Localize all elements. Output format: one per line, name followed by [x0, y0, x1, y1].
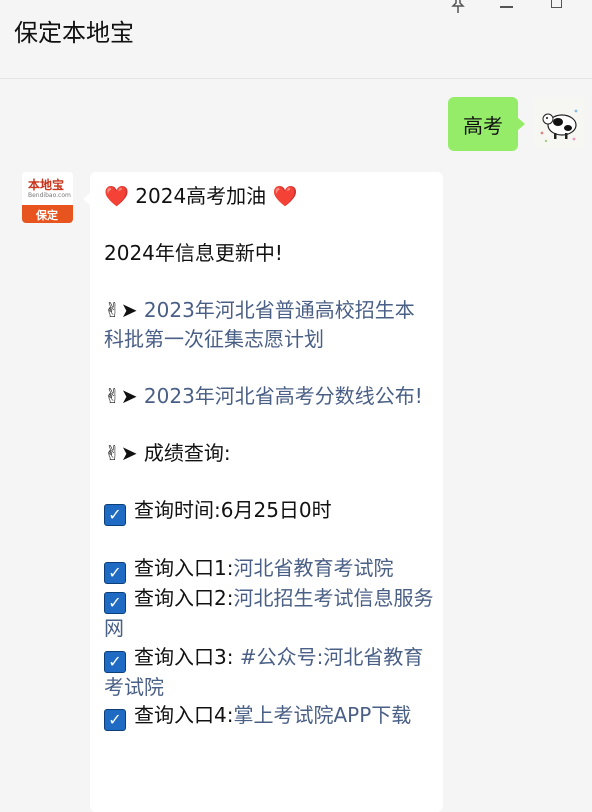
- checkbox-icon: ✓: [104, 650, 126, 673]
- arrow-icon: ➤: [120, 298, 138, 322]
- link-entry4[interactable]: 掌上考试院APP下载: [233, 703, 411, 727]
- entry-row-1: ✓ 查询入口1:河北省教育考试院: [104, 554, 434, 584]
- checkbox-icon: ✓: [104, 562, 126, 584]
- query-time-label: 查询时间:: [134, 497, 221, 522]
- victory-hand-icon: ✌: [104, 440, 121, 465]
- my-message-text: 高考: [463, 113, 503, 138]
- avatar-sub-text: Bendibao.com: [28, 192, 71, 199]
- checkbox-icon: ✓: [104, 709, 126, 731]
- chat-title: 保定本地宝: [14, 19, 134, 47]
- entry3-label: 查询入口3:: [134, 644, 234, 669]
- link-score-line[interactable]: 2023年河北省高考分数线公布!: [144, 384, 423, 408]
- cheer-text: 2024高考加油: [135, 184, 267, 208]
- checkbox-icon: ✓: [104, 503, 126, 526]
- score-query-label: 成绩查询:: [143, 440, 231, 465]
- bullet-score-query: ✌➤ 成绩查询:: [104, 439, 434, 468]
- heart-icon: ❤️: [272, 184, 298, 208]
- victory-hand-icon: ✌: [104, 383, 121, 408]
- query-time-row: ✓ 查询时间:6月25日0时: [104, 496, 434, 526]
- link-entry1[interactable]: 河北省教育考试院: [233, 556, 393, 580]
- entry2-label: 查询入口2:: [134, 586, 234, 610]
- avatar-brand-text: 本地宝: [28, 178, 65, 192]
- arrow-icon: ➤: [120, 440, 138, 465]
- my-message-bubble[interactable]: 高考: [448, 97, 525, 151]
- query-time-value: 6月25日0时: [220, 497, 332, 522]
- entry1-label: 查询入口1:: [134, 556, 234, 580]
- cheer-line: ❤️ 2024高考加油 ❤️: [104, 182, 434, 211]
- sender-avatar[interactable]: 本地宝 Bendibao.com 保定: [22, 172, 73, 223]
- heart-icon: ❤️: [104, 184, 129, 208]
- maximize-icon[interactable]: [544, 0, 568, 14]
- cow-avatar-icon: [534, 97, 585, 148]
- reply-message: ❤️ 2024高考加油 ❤️ 2024年信息更新中! ✌➤ 2023年河北省普通…: [104, 182, 434, 731]
- arrow-icon: ➤: [120, 383, 138, 408]
- minimize-icon[interactable]: [494, 0, 518, 14]
- bullet-score-line: ✌➤ 2023年河北省高考分数线公布!: [104, 382, 434, 411]
- update-notice: 2024年信息更新中!: [104, 241, 283, 265]
- my-avatar[interactable]: [534, 97, 585, 148]
- entry-row-4: ✓ 查询入口4:掌上考试院APP下载: [104, 701, 434, 731]
- entry4-label: 查询入口4:: [134, 703, 234, 727]
- link-admission-plan[interactable]: 2023年河北省普通高校招生本科批第一次征集志愿计划: [104, 298, 415, 351]
- entry-row-2: ✓ 查询入口2:河北招生考试信息服务网: [104, 584, 434, 643]
- victory-hand-icon: ✌: [104, 298, 121, 322]
- title-bar: 保定本地宝: [0, 0, 592, 79]
- bullet-plan: ✌➤ 2023年河北省普通高校招生本科批第一次征集志愿计划: [104, 296, 434, 353]
- pin-icon[interactable]: [446, 0, 470, 14]
- avatar-badge-text: 保定: [36, 209, 58, 222]
- entry-row-3: ✓ 查询入口3: #公众号:河北省教育考试院: [104, 643, 434, 702]
- checkbox-icon: ✓: [104, 592, 126, 614]
